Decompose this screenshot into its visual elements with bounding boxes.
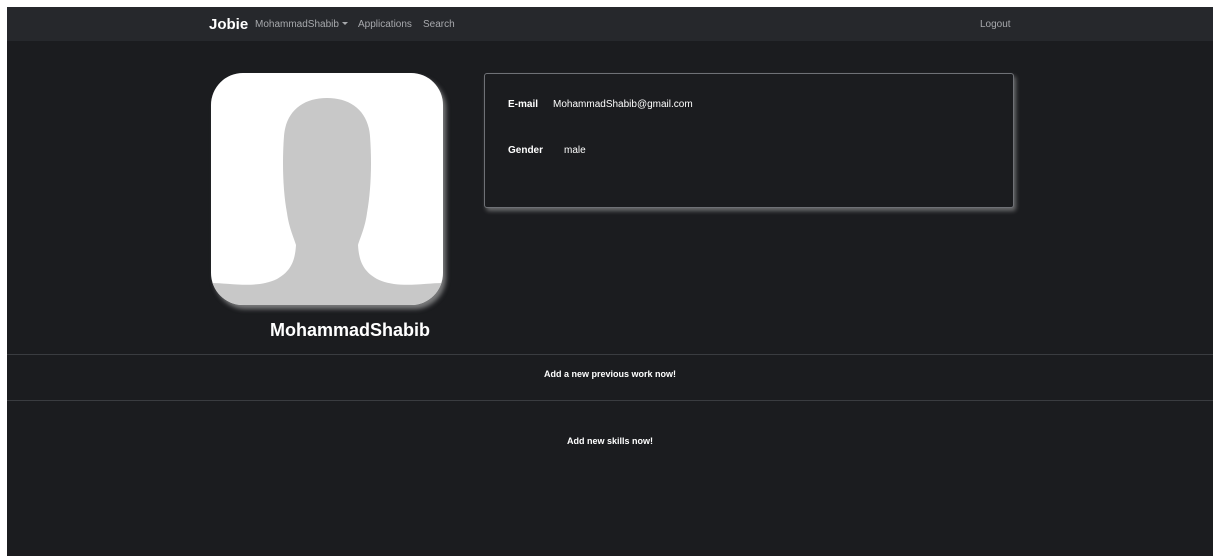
section-divider xyxy=(7,354,1213,355)
gender-row: Gender male xyxy=(508,145,586,156)
profile-info-card: E-mail MohammadShabib@gmail.com Gender mal… xyxy=(484,73,1014,208)
app-container: Jobie MohammadShabib Applications Search… xyxy=(7,7,1213,556)
add-skills-link[interactable]: Add new skills now! xyxy=(7,436,1213,446)
nav-link-search[interactable]: Search xyxy=(423,19,455,30)
add-previous-work-link[interactable]: Add a new previous work now! xyxy=(7,369,1213,379)
section-divider xyxy=(7,400,1213,401)
person-silhouette-icon xyxy=(211,98,443,305)
caret-down-icon xyxy=(341,22,348,25)
nav-link-applications[interactable]: Applications xyxy=(358,19,412,30)
user-menu-dropdown[interactable]: MohammadShabib xyxy=(255,19,348,30)
user-menu-label: MohammadShabib xyxy=(255,19,339,30)
profile-avatar xyxy=(211,73,443,305)
email-value: MohammadShabib@gmail.com xyxy=(553,99,693,110)
brand-logo[interactable]: Jobie xyxy=(209,16,248,33)
email-row: E-mail MohammadShabib@gmail.com xyxy=(508,99,693,110)
profile-username: MohammadShabib xyxy=(269,320,430,340)
email-label: E-mail xyxy=(508,99,539,110)
top-navbar: Jobie MohammadShabib Applications Search… xyxy=(7,7,1213,41)
gender-value: male xyxy=(564,145,586,156)
gender-label: Gender xyxy=(508,145,544,156)
logout-link[interactable]: Logout xyxy=(980,19,1011,30)
